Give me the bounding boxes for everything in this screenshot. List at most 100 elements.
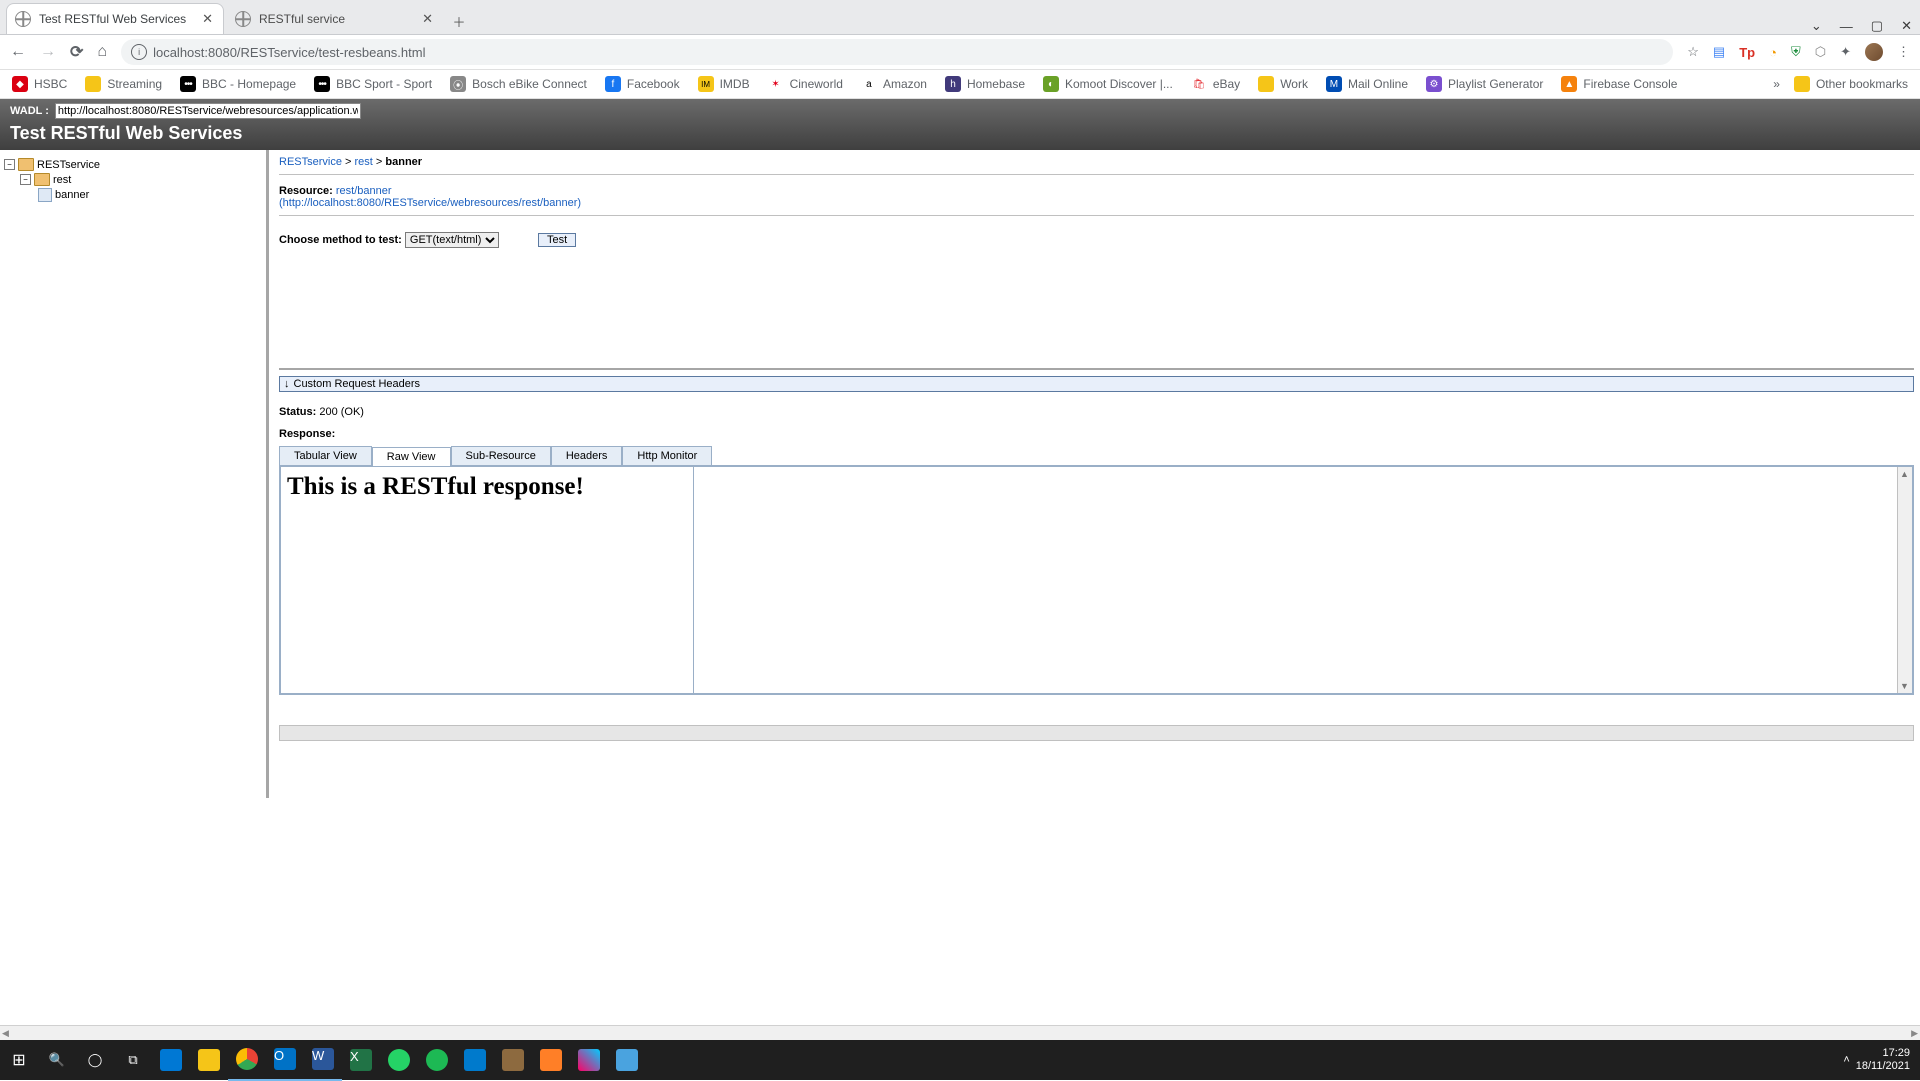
globe-icon <box>235 11 251 27</box>
tree-node-banner[interactable]: banner <box>4 188 262 202</box>
tree-node-rest[interactable]: − rest <box>4 173 262 186</box>
collapse-icon[interactable]: − <box>4 159 15 170</box>
other-bookmarks[interactable]: Other bookmarks <box>1794 76 1908 92</box>
test-button[interactable]: Test <box>538 233 576 247</box>
window-close-button[interactable]: ✕ <box>1901 18 1912 34</box>
taskbar-excel[interactable]: X <box>342 1040 380 1080</box>
reload-button[interactable]: ⟳ <box>70 42 83 62</box>
maximize-button[interactable]: ▢ <box>1871 18 1883 34</box>
bookmark-item[interactable]: ✶Cineworld <box>768 76 843 92</box>
taskbar-chrome[interactable] <box>228 1039 266 1081</box>
bookmark-item[interactable]: ◆HSBC <box>12 76 67 92</box>
page-title: Test RESTful Web Services <box>10 123 1910 144</box>
response-label: Response: <box>279 428 1914 440</box>
profile-avatar[interactable] <box>1865 43 1883 61</box>
bookmark-item[interactable]: ▲Firebase Console <box>1561 76 1677 92</box>
main-content: − RESTservice − rest banner RESTservice … <box>0 150 1920 798</box>
minimize-button[interactable]: — <box>1840 19 1853 34</box>
system-clock[interactable]: 17:29 18/11/2021 <box>1856 1047 1910 1073</box>
new-tab-button[interactable]: ＋ <box>446 8 472 34</box>
tab-tabular-view[interactable]: Tabular View <box>279 446 372 465</box>
browser-tab[interactable]: RESTful service ✕ <box>226 3 444 34</box>
taskbar-file-explorer[interactable] <box>190 1040 228 1080</box>
breadcrumb-current: banner <box>385 156 422 168</box>
back-button[interactable]: ← <box>10 43 26 61</box>
bookmark-item[interactable]: Work <box>1258 76 1308 92</box>
status-row: Status: 200 (OK) <box>279 406 1914 418</box>
taskbar-app[interactable] <box>570 1040 608 1080</box>
extension-icon[interactable]: ◔ <box>1769 45 1777 60</box>
resource-url-link[interactable]: (http://localhost:8080/RESTservice/webre… <box>279 197 581 209</box>
bookmark-item[interactable]: •••BBC Sport - Sport <box>314 76 432 92</box>
taskbar-vscode[interactable] <box>456 1040 494 1080</box>
browser-tab-active[interactable]: Test RESTful Web Services ✕ <box>6 3 224 34</box>
taskbar-word[interactable]: W <box>304 1039 342 1081</box>
custom-headers-button[interactable]: ↓ Custom Request Headers <box>279 376 1914 392</box>
cortana-button[interactable]: ◯ <box>76 1040 114 1080</box>
breadcrumb-sep: > <box>376 156 385 168</box>
bookmark-item[interactable]: MMail Online <box>1326 76 1408 92</box>
scrollbar-vertical[interactable] <box>1897 467 1912 693</box>
url-text: localhost:8080/RESTservice/test-resbeans… <box>153 45 425 60</box>
taskbar-app[interactable] <box>494 1040 532 1080</box>
extension-icon[interactable]: Tp <box>1739 45 1755 60</box>
star-icon[interactable]: ☆ <box>1687 44 1699 60</box>
collapse-icon[interactable]: − <box>20 174 31 185</box>
wadl-label: WADL : <box>10 105 49 117</box>
bookmark-item[interactable]: Streaming <box>85 76 162 92</box>
address-bar[interactable]: i localhost:8080/RESTservice/test-resbea… <box>121 39 1673 65</box>
start-button[interactable]: ⊞ <box>0 1040 38 1080</box>
breadcrumb-link[interactable]: rest <box>355 156 373 168</box>
taskbar-outlook[interactable]: O <box>266 1039 304 1081</box>
taskbar-app[interactable] <box>608 1040 646 1080</box>
response-frame: This is a RESTful response! <box>279 465 1914 695</box>
extension-icon[interactable]: ⬡ <box>1815 44 1826 60</box>
bookmark-item[interactable]: fFacebook <box>605 76 680 92</box>
tab-sub-resource[interactable]: Sub-Resource <box>451 446 551 465</box>
bookmark-item[interactable]: aAmazon <box>861 76 927 92</box>
kebab-menu-icon[interactable]: ⋮ <box>1897 44 1910 60</box>
close-icon[interactable]: ✕ <box>200 11 215 27</box>
bookmark-item[interactable]: ◐Komoot Discover |... <box>1043 76 1173 92</box>
site-info-icon[interactable]: i <box>131 44 147 60</box>
bookmark-item[interactable]: hHomebase <box>945 76 1025 92</box>
windows-taskbar: ⊞ 🔍 ◯ ⧉ O W X ˄ 17:29 18/11/2021 <box>0 1040 1920 1080</box>
home-button[interactable]: ⌂ <box>97 43 107 61</box>
taskbar-app[interactable] <box>532 1040 570 1080</box>
tab-raw-view[interactable]: Raw View <box>372 447 451 466</box>
bookmark-item[interactable]: ⦿Bosch eBike Connect <box>450 76 587 92</box>
bookmark-item[interactable]: ⚙Playlist Generator <box>1426 76 1543 92</box>
page-scrollbar-horizontal[interactable] <box>0 1025 1920 1040</box>
scrollbar-horizontal[interactable] <box>279 725 1914 741</box>
bookmarks-overflow[interactable]: » <box>1773 77 1780 91</box>
chevron-down-icon[interactable]: ⌄ <box>1811 18 1822 34</box>
status-label: Status: <box>279 406 316 418</box>
forward-button[interactable]: → <box>40 43 56 61</box>
shield-icon[interactable]: ⛨ <box>1791 44 1801 60</box>
method-label: Choose method to test: <box>279 234 402 246</box>
close-icon[interactable]: ✕ <box>420 11 435 27</box>
extensions-icon[interactable]: ✦ <box>1840 44 1851 60</box>
bookmark-item[interactable]: •••BBC - Homepage <box>180 76 296 92</box>
taskbar-spotify[interactable] <box>418 1040 456 1080</box>
tab-headers[interactable]: Headers <box>551 446 623 465</box>
details-panel: RESTservice > rest > banner Resource: re… <box>269 150 1920 798</box>
method-select[interactable]: GET(text/html) <box>405 232 499 248</box>
tab-http-monitor[interactable]: Http Monitor <box>622 446 712 465</box>
tray-chevron-icon[interactable]: ˄ <box>1843 1054 1849 1066</box>
bookmark-item[interactable]: IMIMDB <box>698 76 750 92</box>
breadcrumb-link[interactable]: RESTservice <box>279 156 342 168</box>
bookmark-item[interactable]: 🛍eBay <box>1191 76 1240 92</box>
page-header: WADL : Test RESTful Web Services <box>0 99 1920 150</box>
search-button[interactable]: 🔍 <box>38 1040 76 1080</box>
taskbar-whatsapp[interactable] <box>380 1040 418 1080</box>
wadl-url-input[interactable] <box>55 103 361 119</box>
tree-node-root[interactable]: − RESTservice <box>4 158 262 171</box>
task-view-button[interactable]: ⧉ <box>114 1040 152 1080</box>
resource-path-link[interactable]: rest/banner <box>336 185 392 197</box>
reading-list-icon[interactable]: ▤ <box>1713 44 1725 60</box>
method-row: Choose method to test: GET(text/html) Te… <box>279 232 1914 248</box>
taskbar-app[interactable] <box>152 1040 190 1080</box>
clock-date: 18/11/2021 <box>1856 1060 1910 1073</box>
globe-icon <box>15 11 31 27</box>
